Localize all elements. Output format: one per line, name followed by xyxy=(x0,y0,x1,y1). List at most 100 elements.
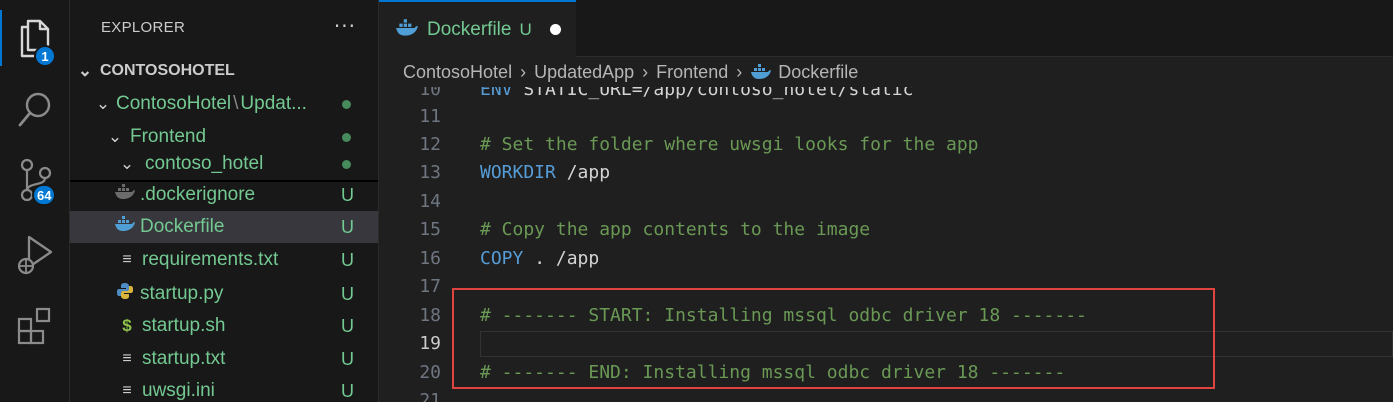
code-line[interactable]: 15 # Copy the app contents to the image xyxy=(379,216,1393,245)
git-modified-dot xyxy=(342,159,351,169)
more-actions-button[interactable]: ··· xyxy=(334,14,356,38)
line-number: 17 xyxy=(419,276,441,297)
code-text: . /app xyxy=(523,248,600,269)
tree-item-label: Dockerfile xyxy=(140,216,225,237)
chevron-down-icon: ⌄ xyxy=(119,154,135,173)
line-number: 13 xyxy=(419,162,441,183)
line-number: 16 xyxy=(419,248,441,269)
text-file-icon: ≡ xyxy=(122,350,132,367)
code-editor[interactable]: 10 ENV STATIC_URL=/app/contoso_hotel/sta… xyxy=(379,87,1393,402)
tree-file-startup-txt[interactable]: ≡ startup.txt U xyxy=(70,343,378,375)
shell-script-icon: $ xyxy=(122,316,132,335)
tab-label: Dockerfile xyxy=(427,18,512,40)
git-status-badge: U xyxy=(341,283,354,304)
search-activity-button[interactable] xyxy=(0,80,69,140)
tree-folder-contosohotel[interactable]: ⌄ ContosoHotel \ Updat... xyxy=(70,88,378,120)
path-separator: \ xyxy=(233,93,239,114)
line-number: 12 xyxy=(419,134,441,155)
git-modified-dot xyxy=(342,132,351,142)
tree-file-startup-sh[interactable]: $ startup.sh U xyxy=(70,310,378,342)
tab-dockerfile[interactable]: Dockerfile U xyxy=(379,0,576,57)
code-line[interactable]: 12 # Set the folder where uwsgi looks fo… xyxy=(379,131,1393,160)
git-status-badge: U xyxy=(341,216,354,237)
chevron-down-icon: ⌄ xyxy=(95,94,111,113)
run-debug-activity-button[interactable] xyxy=(0,225,69,285)
tree-item-label: startup.txt xyxy=(142,348,226,369)
code-line-current[interactable]: 19 xyxy=(379,330,1393,359)
code-keyword: WORKDIR xyxy=(480,162,556,183)
git-status-badge: U xyxy=(341,348,354,369)
code-text: /app xyxy=(555,162,611,183)
docker-icon xyxy=(114,216,136,238)
tree-item-label: ContosoHotel xyxy=(116,93,232,114)
line-number: 11 xyxy=(419,106,441,127)
python-icon xyxy=(114,282,136,306)
line-number: 10 xyxy=(419,87,441,100)
tree-file-uwsgi-ini[interactable]: ≡ uwsgi.ini U xyxy=(70,375,378,402)
tree-item-label-suffix: Updat... xyxy=(240,93,307,114)
tree-folder-contoso-hotel[interactable]: ⌄ contoso_hotel xyxy=(70,148,378,182)
line-number: 15 xyxy=(419,219,441,240)
tree-item-label: Frontend xyxy=(130,126,207,147)
chevron-right-icon: › xyxy=(736,61,743,82)
explorer-activity-button[interactable]: 1 xyxy=(0,8,69,68)
unsaved-dot-icon[interactable] xyxy=(549,24,561,35)
tree-file-dockerfile[interactable]: Dockerfile U xyxy=(70,211,378,243)
current-line-highlight xyxy=(480,331,1393,357)
extensions-activity-button[interactable] xyxy=(0,295,69,355)
explorer-title: EXPLORER xyxy=(101,19,186,36)
git-modified-dot xyxy=(342,99,351,109)
chevron-down-icon: ⌄ xyxy=(107,127,123,146)
line-number: 14 xyxy=(419,191,441,212)
code-comment: # ------- START: Installing mssql odbc d… xyxy=(480,305,1087,326)
docker-icon xyxy=(395,18,419,41)
breadcrumb-item[interactable]: Frontend xyxy=(656,62,728,83)
code-comment: # Set the folder where uwsgi looks for t… xyxy=(480,134,979,155)
line-number: 19 xyxy=(419,333,441,354)
code-line[interactable]: 16 COPY . /app xyxy=(379,245,1393,274)
tab-bar: Dockerfile U xyxy=(379,0,1393,57)
code-line[interactable]: 14 xyxy=(379,188,1393,217)
search-icon xyxy=(18,92,50,127)
tree-item-label: requirements.txt xyxy=(142,249,279,270)
code-line[interactable]: 10 ENV STATIC_URL=/app/contoso_hotel/sta… xyxy=(379,87,1393,105)
source-control-activity-button[interactable]: 64 xyxy=(0,150,69,210)
explorer-header: EXPLORER ··· xyxy=(70,0,378,57)
tree-file-dockerignore[interactable]: .dockerignore U xyxy=(70,179,378,211)
code-line[interactable]: 21 xyxy=(379,387,1393,402)
breadcrumb-item[interactable]: Dockerfile xyxy=(778,62,858,83)
code-text: STATIC_URL=/app/contoso_hotel/static xyxy=(512,87,914,100)
code-line[interactable]: 17 xyxy=(379,273,1393,302)
code-line[interactable]: 11 xyxy=(379,103,1393,132)
tab-git-status: U xyxy=(519,19,532,39)
extensions-icon xyxy=(17,307,50,345)
tree-item-label: contoso_hotel xyxy=(145,153,264,174)
activity-bar: 1 64 xyxy=(0,0,70,402)
code-comment: # ------- END: Installing mssql odbc dri… xyxy=(480,362,1066,383)
breadcrumb-item[interactable]: ContosoHotel xyxy=(403,62,512,83)
text-file-icon: ≡ xyxy=(122,251,132,268)
tree-file-startup-py[interactable]: startup.py U xyxy=(70,278,378,310)
line-number: 21 xyxy=(419,390,441,402)
git-status-badge: U xyxy=(341,380,354,401)
breadcrumb-item[interactable]: UpdatedApp xyxy=(534,62,634,83)
chevron-right-icon: › xyxy=(520,61,527,82)
line-number: 18 xyxy=(419,305,441,326)
chevron-down-icon: ⌄ xyxy=(77,61,93,80)
git-status-badge: U xyxy=(341,249,354,270)
chevron-right-icon: › xyxy=(642,61,649,82)
workspace-root[interactable]: ⌄ CONTOSOHOTEL xyxy=(70,55,378,87)
tree-item-label: uwsgi.ini xyxy=(142,380,215,401)
tree-item-label: startup.sh xyxy=(142,315,226,336)
code-line[interactable]: 18 # ------- START: Installing mssql odb… xyxy=(379,302,1393,331)
line-number: 20 xyxy=(419,362,441,383)
code-comment: # Copy the app contents to the image xyxy=(480,219,871,240)
tree-file-requirements[interactable]: ≡ requirements.txt U xyxy=(70,244,378,276)
code-line[interactable]: 13 WORKDIR /app xyxy=(379,159,1393,188)
docker-icon xyxy=(114,184,136,206)
code-line[interactable]: 20 # ------- END: Installing mssql odbc … xyxy=(379,359,1393,388)
workspace-root-label: CONTOSOHOTEL xyxy=(100,62,235,79)
git-status-badge: U xyxy=(341,184,354,205)
settings-file-icon: ≡ xyxy=(122,382,132,399)
tree-item-label: startup.py xyxy=(140,283,224,304)
